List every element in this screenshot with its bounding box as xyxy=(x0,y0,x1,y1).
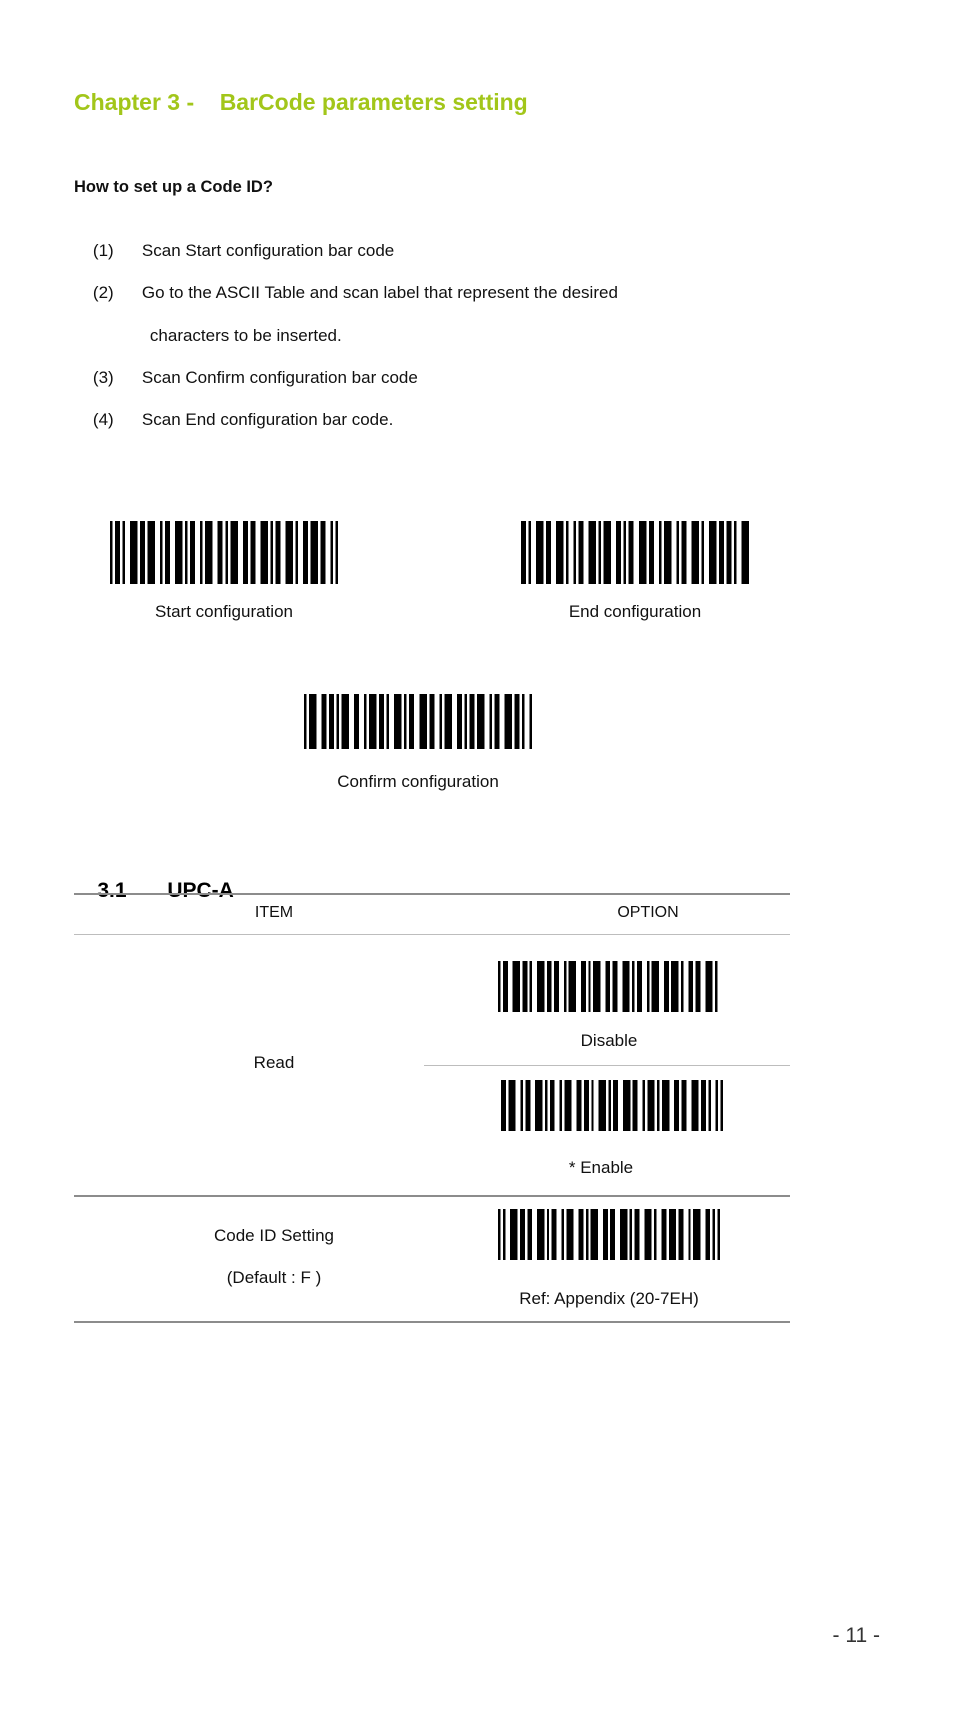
step-text: Scan End configuration bar code. xyxy=(141,410,394,429)
table-cell-option-disable: Disable xyxy=(580,1031,638,1050)
table-header-item: ITEM xyxy=(254,904,294,921)
barcode-image xyxy=(304,694,532,749)
step-number: (4) xyxy=(92,410,114,429)
barcode-code-id-setting[interactable] xyxy=(498,1209,720,1260)
table-rule-bottom xyxy=(74,1321,790,1323)
barcode-image xyxy=(501,1080,723,1131)
step-text: Scan Confirm configuration bar code xyxy=(141,368,418,387)
barcode-read-enable[interactable] xyxy=(501,1080,723,1131)
table-cell-item-code-id-default: (Default : F ) xyxy=(226,1268,322,1287)
page-number: - 11 - xyxy=(832,1624,880,1647)
section-title: UPC-A xyxy=(167,879,234,902)
chapter-heading: Chapter 3 - BarCode parameters setting xyxy=(74,89,528,115)
step-number: (1) xyxy=(92,241,114,260)
table-rule-header xyxy=(74,934,790,935)
step-text: Scan Start configuration bar code xyxy=(141,241,395,260)
table-rule-row1 xyxy=(74,1195,790,1197)
instruction-step-4: (4) Scan End configuration bar code. xyxy=(74,390,393,450)
barcode-caption-start: Start configuration xyxy=(155,602,293,621)
barcode-image xyxy=(521,521,749,584)
barcode-image xyxy=(498,1209,720,1260)
step-number: (3) xyxy=(92,368,114,387)
barcode-confirm-configuration[interactable] xyxy=(304,694,532,749)
howto-title: How to set up a Code ID? xyxy=(74,178,273,196)
barcode-end-configuration[interactable] xyxy=(521,521,749,584)
barcode-image xyxy=(498,961,720,1012)
table-cell-option-enable: * Enable xyxy=(568,1158,634,1177)
table-header-option: OPTION xyxy=(617,904,679,921)
table-rule-option-divider xyxy=(424,1065,790,1066)
document-page: Chapter 3 - BarCode parameters setting H… xyxy=(0,0,954,1726)
table-rule-top xyxy=(74,893,790,895)
step-number: (2) xyxy=(92,283,114,302)
barcode-image xyxy=(110,521,338,584)
table-cell-item-read: Read xyxy=(253,1053,295,1072)
barcode-caption-end: End configuration xyxy=(568,602,702,621)
table-cell-option-ref-appendix: Ref: Appendix (20-7EH) xyxy=(519,1289,699,1308)
step-text: characters to be inserted. xyxy=(149,326,342,345)
barcode-caption-confirm: Confirm configuration xyxy=(337,772,499,791)
table-cell-item-code-id-setting: Code ID Setting xyxy=(213,1226,334,1245)
barcode-read-disable[interactable] xyxy=(498,961,720,1012)
section-number: 3.1 xyxy=(97,879,127,902)
step-text: Go to the ASCII Table and scan label tha… xyxy=(141,283,618,302)
barcode-start-configuration[interactable] xyxy=(110,521,338,584)
